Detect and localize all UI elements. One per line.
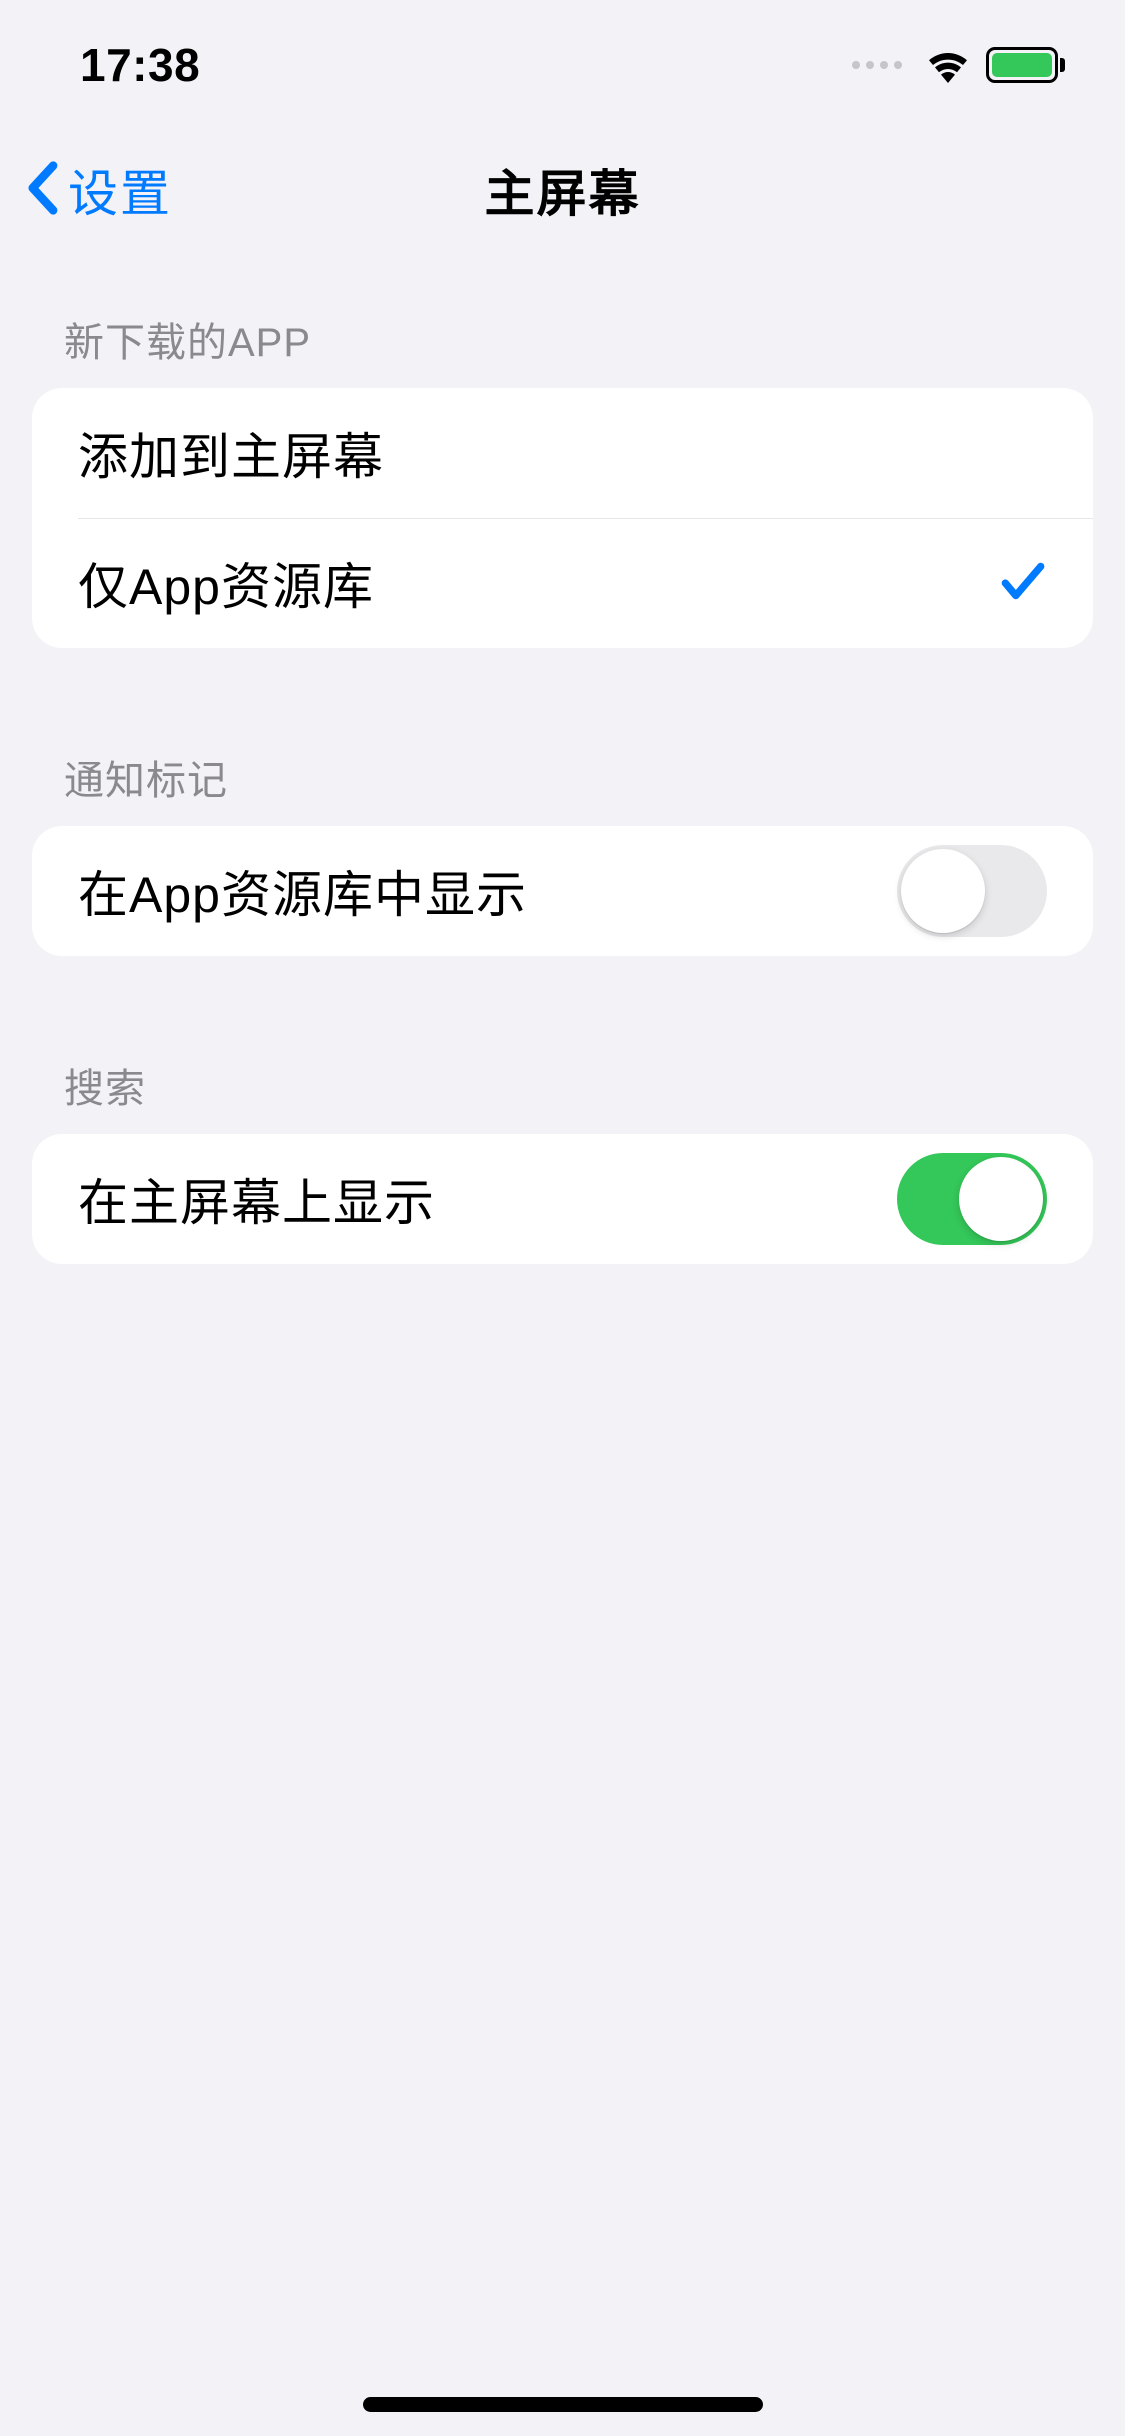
battery-icon (986, 47, 1065, 83)
chevron-left-icon (24, 160, 60, 221)
back-button[interactable]: 设置 (24, 154, 172, 226)
section-header-badges: 通知标记 (32, 748, 1093, 826)
toggle-show-in-app-library: 在App资源库中显示 (32, 826, 1093, 956)
section-header-new-apps: 新下载的APP (32, 310, 1093, 388)
content: 新下载的APP 添加到主屏幕 仅App资源库 通知标记 在App资源库中显示 搜… (0, 250, 1125, 1264)
checkmark-icon (997, 556, 1047, 611)
group-badges: 在App资源库中显示 (32, 826, 1093, 956)
navigation-bar: 设置 主屏幕 (0, 130, 1125, 250)
page-title: 主屏幕 (485, 154, 641, 226)
back-label: 设置 (68, 154, 172, 226)
switch-badges[interactable] (897, 845, 1047, 937)
status-indicators (852, 43, 1065, 88)
status-bar: 17:38 (0, 0, 1125, 130)
group-new-apps: 添加到主屏幕 仅App资源库 (32, 388, 1093, 648)
toggle-show-on-home: 在主屏幕上显示 (32, 1134, 1093, 1264)
option-label: 仅App资源库 (78, 547, 374, 619)
wifi-icon (924, 43, 972, 88)
option-app-library-only[interactable]: 仅App资源库 (32, 518, 1093, 648)
group-search: 在主屏幕上显示 (32, 1134, 1093, 1264)
home-indicator[interactable] (363, 2397, 763, 2412)
signal-dots-icon (852, 61, 902, 69)
toggle-label: 在主屏幕上显示 (78, 1163, 435, 1235)
status-time: 17:38 (80, 38, 200, 92)
option-add-to-home[interactable]: 添加到主屏幕 (32, 388, 1093, 518)
option-label: 添加到主屏幕 (78, 417, 384, 489)
switch-search[interactable] (897, 1153, 1047, 1245)
section-header-search: 搜索 (32, 1056, 1093, 1134)
toggle-label: 在App资源库中显示 (78, 855, 527, 927)
